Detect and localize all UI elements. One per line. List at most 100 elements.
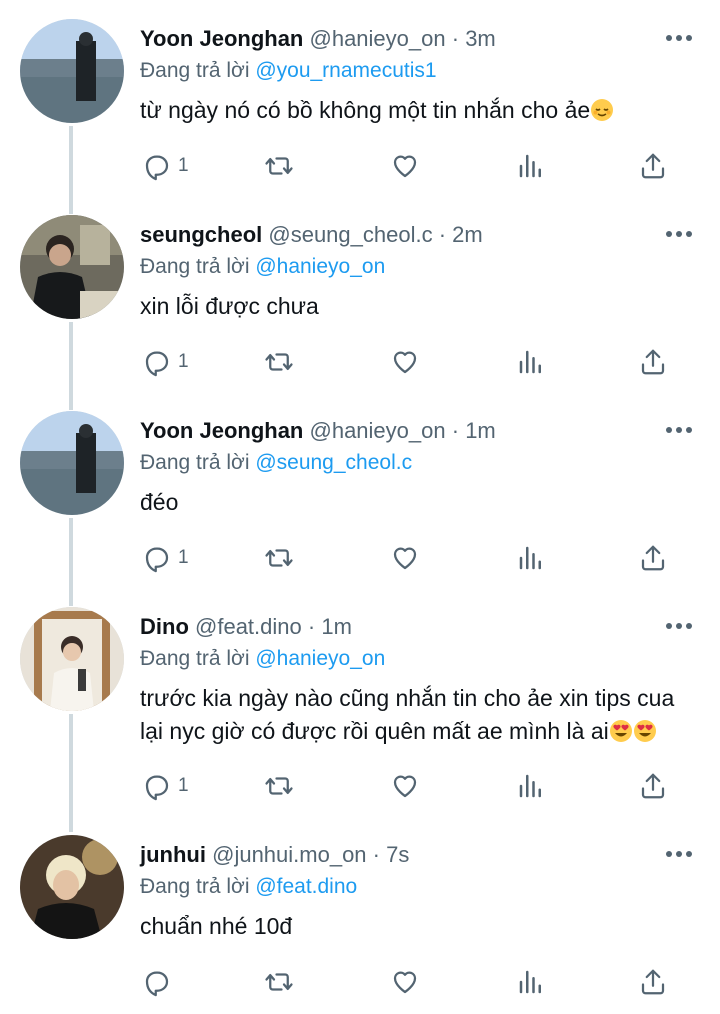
tweet-text-line: lại nyc giờ có được rồi quên mất ae mình… [140, 715, 700, 748]
heart-eyes-emoji-icon [609, 720, 632, 742]
avatar[interactable] [20, 607, 124, 711]
share-button[interactable] [638, 964, 668, 1000]
author-name[interactable]: Yoon Jeonghan [140, 418, 303, 443]
more-options-icon[interactable] [664, 28, 694, 48]
tweet[interactable]: Dino @feat.dino · 1m Đang trả lời @hanie… [0, 588, 720, 816]
like-button[interactable] [390, 768, 420, 804]
timestamp[interactable]: 1m [321, 614, 352, 639]
timestamp[interactable]: 7s [386, 842, 409, 867]
author-handle[interactable]: @hanieyo_on [310, 26, 446, 51]
retweet-button[interactable] [264, 344, 294, 380]
like-button[interactable] [390, 344, 420, 380]
avatar[interactable] [20, 19, 124, 123]
reply-icon [145, 775, 169, 801]
more-options-icon[interactable] [664, 844, 694, 864]
author-name[interactable]: Dino [140, 614, 189, 639]
separator-dot: · [307, 614, 316, 639]
timestamp[interactable]: 3m [465, 26, 496, 51]
tweet-text-content: từ ngày nó có bồ không một tin nhắn cho … [140, 97, 591, 123]
heart-eyes-emoji-icon [633, 720, 656, 742]
views-button[interactable] [516, 768, 546, 804]
views-icon [519, 154, 541, 178]
avatar[interactable] [20, 215, 124, 319]
reply-count: 1 [178, 155, 189, 176]
mention-link[interactable]: @feat.dino [255, 875, 357, 898]
avatar[interactable] [20, 835, 124, 939]
replying-to: Đang trả lời @feat.dino [140, 872, 357, 902]
replying-to-label: Đang trả lời [140, 875, 250, 898]
avatar-photo [20, 19, 124, 123]
retweet-button[interactable] [264, 148, 294, 184]
views-button[interactable] [516, 148, 546, 184]
more-options-icon[interactable] [664, 420, 694, 440]
views-icon [519, 970, 541, 994]
avatar-photo [20, 835, 124, 939]
avatar[interactable] [20, 411, 124, 515]
tweet-text: xin lỗi được chưa [140, 293, 319, 319]
replying-to: Đang trả lời @you_rnamecutis1 [140, 56, 437, 86]
views-button[interactable] [516, 964, 546, 1000]
views-icon [519, 774, 541, 798]
tweet[interactable]: seungcheol @seung_cheol.c · 2m Đang trả … [0, 196, 720, 392]
views-button[interactable] [516, 540, 546, 576]
reply-button[interactable]: 1 [142, 540, 189, 576]
views-button[interactable] [516, 344, 546, 380]
reply-icon [145, 351, 169, 377]
share-button[interactable] [638, 344, 668, 380]
timestamp[interactable]: 1m [465, 418, 496, 443]
like-button[interactable] [390, 148, 420, 184]
share-icon [641, 545, 665, 571]
author-name[interactable]: junhui [140, 842, 206, 867]
reply-button[interactable] [142, 964, 178, 1000]
heart-icon [393, 547, 417, 570]
tweet[interactable]: Yoon Jeonghan @hanieyo_on · 3m Đang trả … [0, 0, 720, 196]
reply-button[interactable]: 1 [142, 768, 189, 804]
heart-icon [393, 155, 417, 178]
timestamp[interactable]: 2m [452, 222, 483, 247]
more-options-icon[interactable] [664, 616, 694, 636]
reply-icon [145, 155, 169, 181]
mention-link[interactable]: @hanieyo_on [255, 647, 385, 670]
reply-count: 1 [178, 775, 189, 796]
retweet-icon [265, 353, 293, 371]
share-icon [641, 153, 665, 179]
tweet-text: đéo [140, 489, 179, 515]
author-handle[interactable]: @feat.dino [195, 614, 302, 639]
share-button[interactable] [638, 148, 668, 184]
reply-button[interactable]: 1 [142, 344, 189, 380]
separator-dot: · [451, 26, 460, 51]
avatar-photo [20, 215, 124, 319]
replying-to: Đang trả lời @hanieyo_on [140, 644, 385, 674]
retweet-button[interactable] [264, 964, 294, 1000]
avatar-photo [20, 607, 124, 711]
reply-icon [145, 971, 169, 997]
views-icon [519, 546, 541, 570]
more-options-icon[interactable] [664, 224, 694, 244]
avatar-photo [20, 411, 124, 515]
author-handle[interactable]: @junhui.mo_on [212, 842, 366, 867]
retweet-button[interactable] [264, 768, 294, 804]
tweet[interactable]: Yoon Jeonghan @hanieyo_on · 1m Đang trả … [0, 392, 720, 588]
reply-button[interactable]: 1 [142, 148, 189, 184]
share-button[interactable] [638, 540, 668, 576]
like-button[interactable] [390, 540, 420, 576]
mention-link[interactable]: @you_rnamecutis1 [255, 59, 436, 82]
author-name[interactable]: Yoon Jeonghan [140, 26, 303, 51]
mention-link[interactable]: @hanieyo_on [255, 255, 385, 278]
share-button[interactable] [638, 768, 668, 804]
share-icon [641, 349, 665, 375]
replying-to: Đang trả lời @seung_cheol.c [140, 448, 412, 478]
like-button[interactable] [390, 964, 420, 1000]
author-handle[interactable]: @seung_cheol.c [268, 222, 432, 247]
tweet[interactable]: junhui @junhui.mo_on · 7s Đang trả lời @… [0, 816, 720, 1014]
mention-link[interactable]: @seung_cheol.c [255, 451, 412, 474]
author-name[interactable]: seungcheol [140, 222, 262, 247]
tweet-text: trước kia ngày nào cũng nhắn tin cho ảe … [140, 682, 700, 748]
heart-icon [393, 775, 417, 798]
author-handle[interactable]: @hanieyo_on [310, 418, 446, 443]
retweet-button[interactable] [264, 540, 294, 576]
tweet-text: chuẩn nhé 10đ [140, 913, 293, 939]
retweet-icon [265, 549, 293, 567]
views-icon [519, 350, 541, 374]
replying-to-label: Đang trả lời [140, 451, 250, 474]
